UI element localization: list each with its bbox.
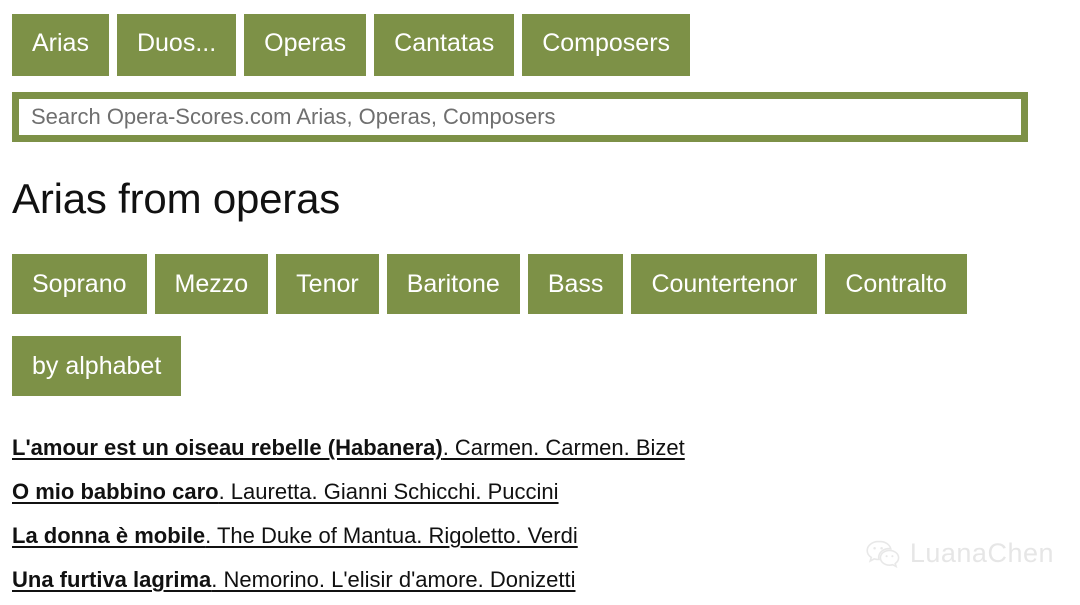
- aria-title: O mio babbino caro: [12, 479, 219, 504]
- filter-soprano[interactable]: Soprano: [12, 254, 147, 314]
- aria-title: Una furtiva lagrima: [12, 567, 212, 592]
- primary-navigation: Arias Duos... Operas Cantatas Composers: [12, 14, 691, 76]
- nav-item-duos[interactable]: Duos...: [116, 14, 237, 76]
- aria-list-item[interactable]: L'amour est un oiseau rebelle (Habanera)…: [12, 437, 1068, 459]
- aria-list-item[interactable]: Una furtiva lagrima. Nemorino. L'elisir …: [12, 569, 1068, 591]
- aria-title: La donna è mobile: [12, 523, 206, 548]
- nav-item-cantatas[interactable]: Cantatas: [374, 14, 515, 76]
- search-input[interactable]: [19, 99, 1021, 135]
- nav-item-arias[interactable]: Arias: [12, 14, 109, 76]
- nav-item-operas[interactable]: Operas: [244, 14, 367, 76]
- aria-details: . The Duke of Mantua. Rigoletto. Verdi: [205, 523, 578, 548]
- voice-type-filters: Soprano Mezzo Tenor Baritone Bass Counte…: [12, 254, 967, 314]
- aria-details: . Nemorino. L'elisir d'amore. Donizetti: [211, 567, 576, 592]
- aria-list: L'amour est un oiseau rebelle (Habanera)…: [12, 437, 1068, 591]
- filter-mezzo[interactable]: Mezzo: [154, 254, 269, 314]
- filter-bass[interactable]: Bass: [527, 254, 624, 314]
- alphabet-filters: by alphabet: [12, 336, 182, 396]
- filter-countertenor[interactable]: Countertenor: [631, 254, 818, 314]
- aria-title: L'amour est un oiseau rebelle (Habanera): [12, 435, 443, 460]
- filter-contralto[interactable]: Contralto: [825, 254, 967, 314]
- aria-list-item[interactable]: O mio babbino caro. Lauretta. Gianni Sch…: [12, 481, 1068, 503]
- aria-details: . Carmen. Carmen. Bizet: [442, 435, 685, 460]
- aria-list-item[interactable]: La donna è mobile. The Duke of Mantua. R…: [12, 525, 1068, 547]
- page-title: Arias from operas: [12, 175, 341, 222]
- filter-by-alphabet[interactable]: by alphabet: [12, 336, 182, 396]
- nav-item-composers[interactable]: Composers: [522, 14, 691, 76]
- page-root: Arias Duos... Operas Cantatas Composers …: [0, 0, 1080, 605]
- search-bar: [12, 92, 1028, 142]
- filter-tenor[interactable]: Tenor: [276, 254, 379, 314]
- aria-details: . Lauretta. Gianni Schicchi. Puccini: [218, 479, 559, 504]
- filter-baritone[interactable]: Baritone: [386, 254, 520, 314]
